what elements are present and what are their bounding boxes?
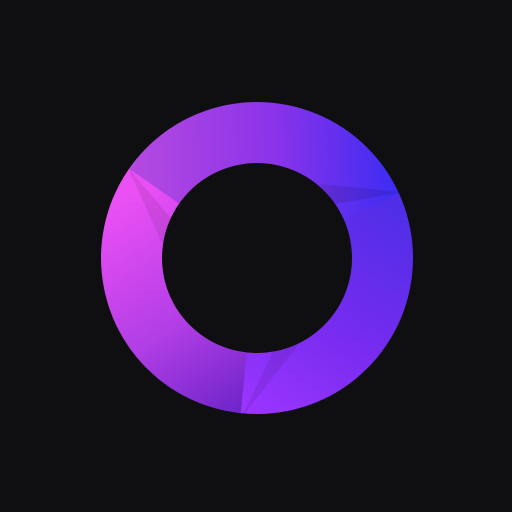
app-icon-canvas <box>0 0 512 512</box>
ring-logo <box>0 0 512 512</box>
ring-logo-icon <box>90 80 440 430</box>
